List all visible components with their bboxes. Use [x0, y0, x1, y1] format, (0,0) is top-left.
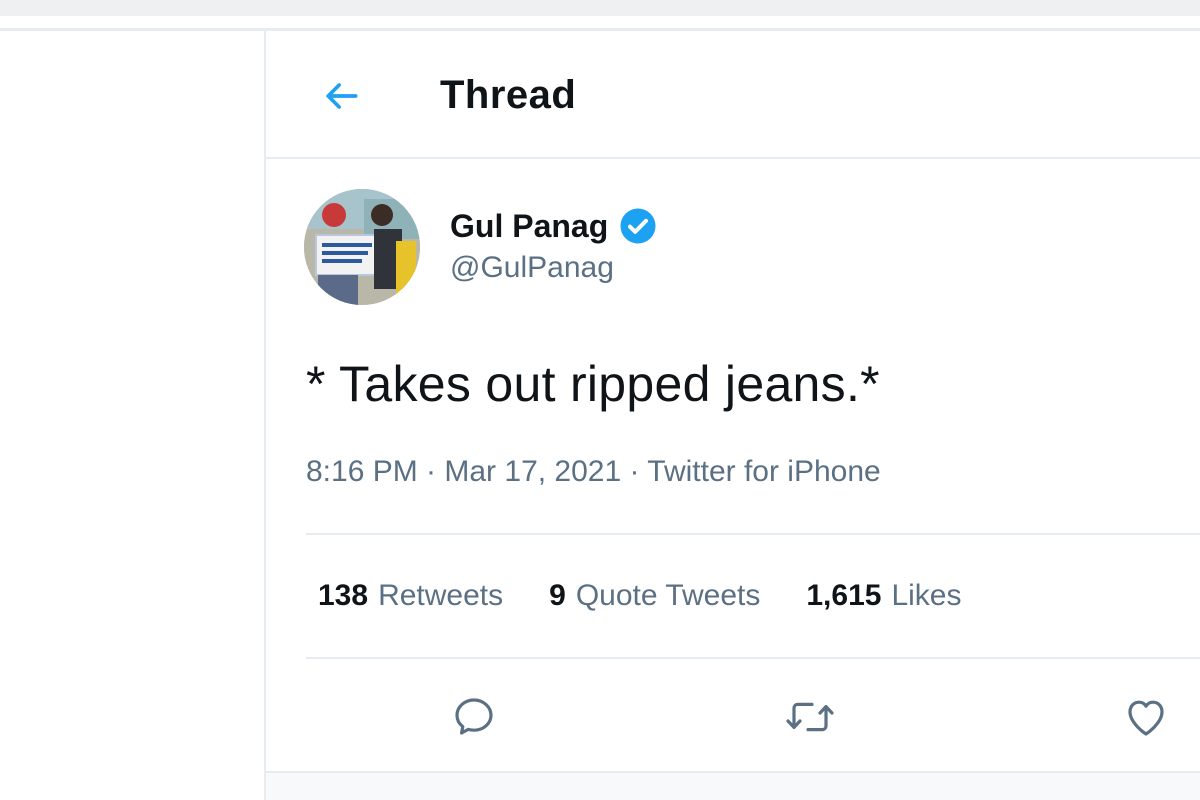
reply-button[interactable]	[448, 691, 500, 743]
tweet-text: * Takes out ripped jeans.*	[306, 356, 880, 412]
verified-badge-icon	[618, 206, 658, 246]
quote-tweets-stat[interactable]: 9 Quote Tweets	[549, 579, 760, 613]
like-button[interactable]	[1120, 691, 1172, 743]
likes-stat[interactable]: 1,615 Likes	[806, 579, 961, 613]
thread-bottom-divider	[266, 771, 1200, 800]
quote-tweets-count: 9	[549, 579, 566, 612]
author-name[interactable]: Gul Panag	[450, 208, 608, 245]
author-name-row[interactable]: Gul Panag	[450, 206, 658, 246]
divider	[306, 657, 1200, 659]
main-column: Thread Gul Panag @GulPanag * Takes out r…	[264, 31, 1200, 800]
avatar[interactable]	[304, 189, 420, 305]
tweet-meta[interactable]: 8:16 PM · Mar 17, 2021 · Twitter for iPh…	[306, 455, 881, 489]
author-handle[interactable]: @GulPanag	[450, 251, 614, 285]
page-title: Thread	[440, 73, 577, 117]
likes-count: 1,615	[806, 579, 882, 612]
retweets-label: Retweets	[378, 579, 504, 612]
likes-label: Likes	[891, 579, 962, 612]
divider	[306, 533, 1200, 535]
left-sidebar	[0, 31, 264, 800]
back-button[interactable]	[316, 71, 366, 121]
retweets-count: 138	[318, 579, 369, 612]
tweet-actions	[266, 691, 1200, 743]
retweet-icon	[786, 702, 834, 732]
retweet-button[interactable]	[784, 691, 836, 743]
avatar-image	[304, 189, 420, 305]
tweet-stats: 138 Retweets 9 Quote Tweets 1,615 Likes	[318, 579, 1008, 613]
browser-top-strip	[0, 0, 1200, 16]
thread-header: Thread	[266, 31, 1200, 159]
arrow-left-icon	[326, 83, 358, 109]
reply-icon	[455, 698, 493, 735]
retweets-stat[interactable]: 138 Retweets	[318, 579, 503, 613]
quote-tweets-label: Quote Tweets	[575, 579, 761, 612]
like-icon	[1128, 700, 1164, 736]
